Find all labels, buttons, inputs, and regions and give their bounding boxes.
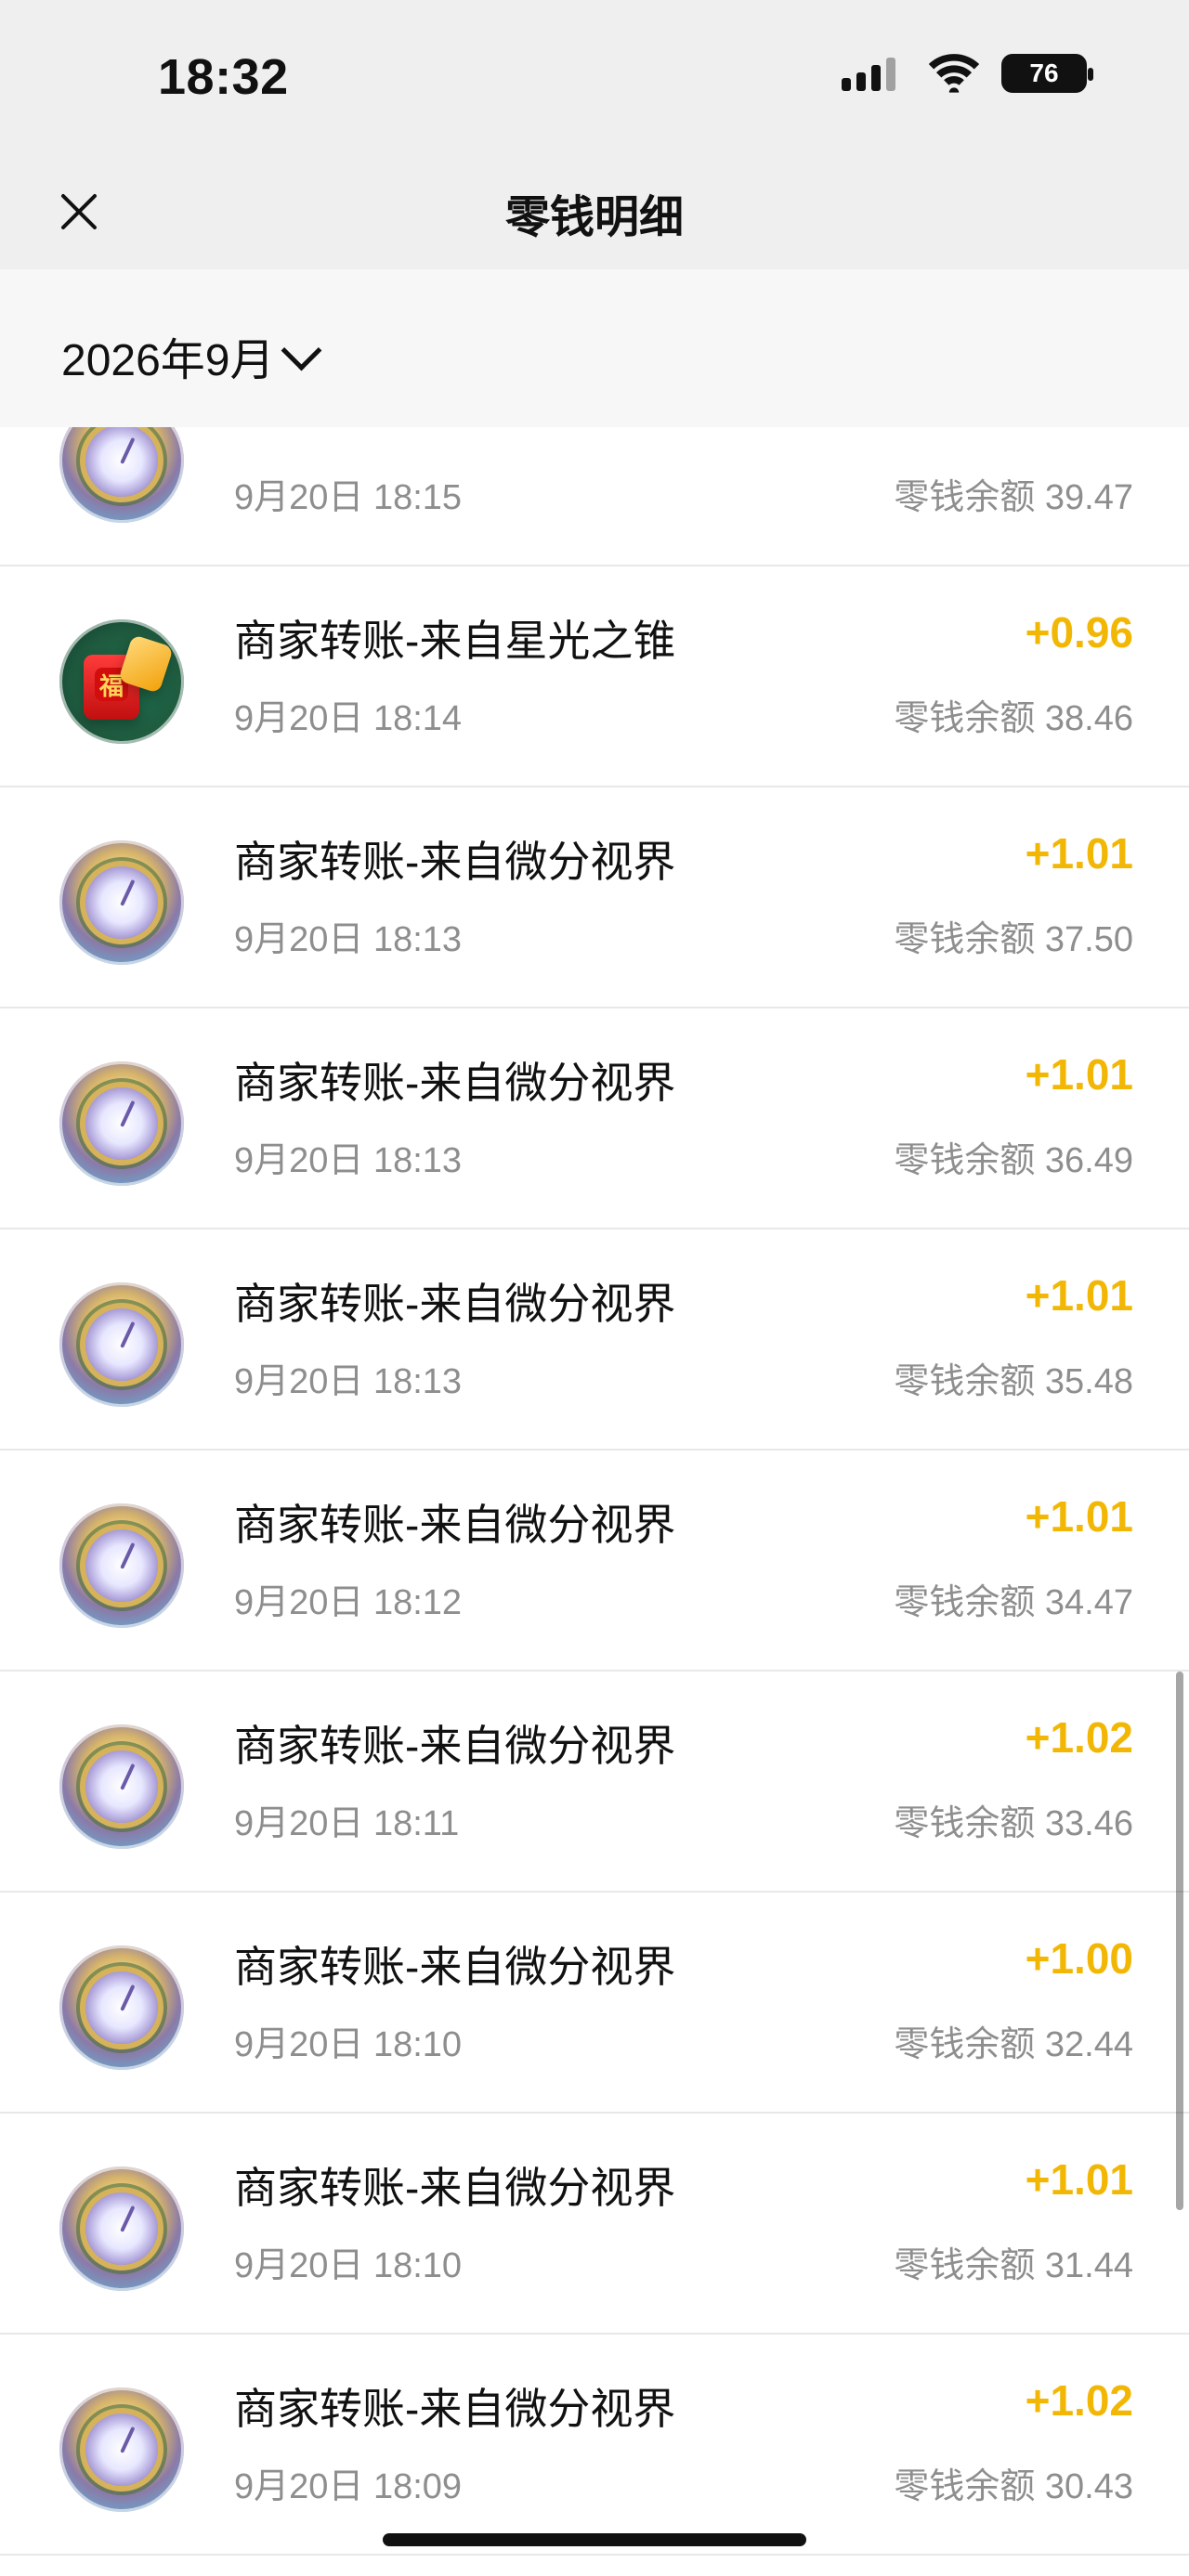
transaction-amount: +1.01 bbox=[1025, 2155, 1133, 2204]
game-avatar bbox=[59, 2387, 184, 2512]
transaction-row[interactable]: 商家转账-来自微分视界 9月20日 18:10 +1.00 零钱余额 32.44 bbox=[0, 1893, 1189, 2114]
game-avatar bbox=[59, 1061, 184, 1186]
transaction-row[interactable]: 9月20日 18:15 零钱余额 39.47 bbox=[0, 427, 1189, 566]
transaction-row[interactable]: 商家转账-来自微分视界 9月20日 18:10 +1.01 零钱余额 31.44 bbox=[0, 2114, 1189, 2335]
game-avatar bbox=[59, 1503, 184, 1628]
transaction-balance: 零钱余额 36.49 bbox=[894, 1141, 1133, 1180]
transaction-time: 9月20日 18:12 bbox=[234, 1583, 463, 1622]
transaction-title: 商家转账-来自星光之锥 bbox=[234, 617, 676, 665]
transaction-row[interactable]: 商家转账-来自微分视界 9月20日 18:13 +1.01 零钱余额 36.49 bbox=[0, 1008, 1189, 1229]
game-avatar bbox=[59, 840, 184, 965]
nav-bar: 零钱明细 bbox=[0, 158, 1189, 269]
game-avatar bbox=[59, 1724, 184, 1849]
transaction-amount: +0.96 bbox=[1025, 608, 1133, 657]
transaction-row[interactable]: 商家转账-来自星光之锥 9月20日 18:14 +0.96 零钱余额 38.46 bbox=[0, 566, 1189, 787]
transaction-amount: +1.02 bbox=[1025, 2376, 1133, 2425]
transaction-amount: +1.01 bbox=[1025, 829, 1133, 878]
dial-graphic bbox=[85, 2413, 158, 2486]
home-indicator bbox=[383, 2533, 806, 2546]
transaction-time: 9月20日 18:13 bbox=[234, 1362, 463, 1401]
game-avatar bbox=[59, 2166, 184, 2291]
transaction-row[interactable]: 商家转账-来自微分视界 9月20日 18:12 +1.01 零钱余额 34.47 bbox=[0, 1451, 1189, 1672]
dial-graphic bbox=[85, 2192, 158, 2265]
transaction-title: 商家转账-来自微分视界 bbox=[234, 1943, 676, 1991]
dial-graphic bbox=[85, 1750, 158, 1823]
transaction-row[interactable]: 商家转账-来自微分视界 9月20日 18:13 +1.01 零钱余额 35.48 bbox=[0, 1229, 1189, 1451]
chevron-down-icon bbox=[281, 330, 322, 371]
transaction-time: 9月20日 18:10 bbox=[234, 2246, 463, 2285]
transaction-time: 9月20日 18:10 bbox=[234, 2025, 463, 2064]
game-avatar bbox=[59, 1945, 184, 2070]
transaction-row[interactable]: 商家转账-来自微分视界 9月20日 18:11 +1.02 零钱余额 33.46 bbox=[0, 1672, 1189, 1893]
transaction-title: 商家转账-来自微分视界 bbox=[234, 1280, 676, 1328]
transaction-amount: +1.00 bbox=[1025, 1934, 1133, 1983]
transaction-title: 商家转账-来自微分视界 bbox=[234, 2164, 676, 2212]
month-dropdown[interactable]: 2026年9月 bbox=[61, 323, 322, 388]
scrollbar[interactable] bbox=[1176, 1672, 1183, 2210]
transaction-row[interactable]: 商家转账-来自微分视界 9月20日 18:09 +1.02 零钱余额 30.43 bbox=[0, 2335, 1189, 2556]
signal-icon bbox=[842, 56, 907, 91]
transaction-balance: 零钱余额 30.43 bbox=[894, 2467, 1133, 2506]
red-packet-avatar bbox=[59, 619, 184, 744]
transaction-title: 商家转账-来自微分视界 bbox=[234, 2385, 676, 2433]
game-avatar bbox=[59, 1282, 184, 1407]
transaction-time: 9月20日 18:14 bbox=[234, 699, 463, 738]
transaction-time: 9月20日 18:13 bbox=[234, 1141, 463, 1180]
month-label: 2026年9月 bbox=[61, 336, 275, 385]
transaction-time: 9月20日 18:13 bbox=[234, 920, 463, 959]
dial-graphic bbox=[85, 1971, 158, 2044]
dial-graphic bbox=[85, 1529, 158, 1602]
transaction-balance: 零钱余额 32.44 bbox=[894, 2025, 1133, 2064]
battery-text: 76 bbox=[1029, 59, 1059, 87]
transaction-balance: 零钱余额 39.47 bbox=[894, 478, 1133, 517]
transaction-balance: 零钱余额 31.44 bbox=[894, 2246, 1133, 2285]
transaction-balance: 零钱余额 37.50 bbox=[894, 920, 1133, 959]
wifi-icon bbox=[928, 54, 980, 93]
status-time: 18:32 bbox=[158, 49, 289, 105]
transaction-balance: 零钱余额 33.46 bbox=[894, 1804, 1133, 1843]
dial-graphic bbox=[85, 1087, 158, 1160]
transaction-time: 9月20日 18:15 bbox=[234, 478, 463, 517]
transaction-time: 9月20日 18:09 bbox=[234, 2467, 463, 2506]
page-title: 零钱明细 bbox=[504, 193, 684, 242]
transaction-time: 9月20日 18:11 bbox=[234, 1804, 460, 1843]
game-avatar bbox=[59, 427, 184, 523]
transaction-balance: 零钱余额 38.46 bbox=[894, 699, 1133, 738]
dial-graphic bbox=[85, 427, 158, 497]
transaction-amount: +1.02 bbox=[1025, 1713, 1133, 1762]
status-icons: 76 bbox=[842, 54, 1093, 93]
transaction-row[interactable]: 商家转账-来自微分视界 9月20日 18:13 +1.01 零钱余额 37.50 bbox=[0, 787, 1189, 1008]
dial-graphic bbox=[85, 1308, 158, 1381]
transaction-balance: 零钱余额 34.47 bbox=[894, 1583, 1133, 1622]
transaction-amount: +1.01 bbox=[1025, 1271, 1133, 1320]
month-filter-bar: 2026年9月 bbox=[0, 269, 1189, 427]
transaction-title: 商家转账-来自微分视界 bbox=[234, 838, 676, 886]
status-bar: 18:32 76 bbox=[0, 0, 1189, 158]
dial-graphic bbox=[85, 866, 158, 939]
transaction-amount: +1.01 bbox=[1025, 1492, 1133, 1541]
transaction-title: 商家转账-来自微分视界 bbox=[234, 1059, 676, 1107]
transaction-title: 商家转账-来自微分视界 bbox=[234, 1722, 676, 1770]
transaction-amount: +1.01 bbox=[1025, 1050, 1133, 1099]
battery-icon: 76 bbox=[1001, 54, 1093, 93]
transaction-balance: 零钱余额 35.48 bbox=[894, 1362, 1133, 1401]
transaction-list: 9月20日 18:15 零钱余额 39.47 商家转账-来自星光之锥 9月20日… bbox=[0, 427, 1189, 2576]
transaction-title: 商家转账-来自微分视界 bbox=[234, 1501, 676, 1549]
